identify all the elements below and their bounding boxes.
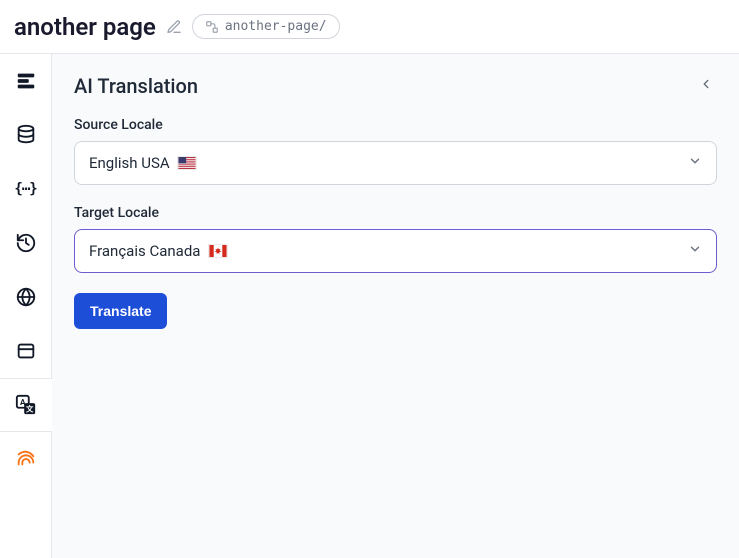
fingerprint-icon [15,448,37,470]
flag-ca-icon [208,244,228,258]
database-icon [15,124,37,146]
target-locale-label: Target Locale [74,205,717,221]
chevron-left-icon [699,77,713,91]
svg-text:文: 文 [25,404,34,413]
sidebar-item-blocks[interactable] [0,54,52,108]
target-locale-select[interactable]: Français Canada [74,229,717,273]
main-panel: AI Translation Source Locale English USA [52,54,739,558]
slug-text: another-page/ [225,19,327,34]
window-icon [15,340,37,362]
sidebar: {⋯} A [0,54,52,558]
sidebar-item-window[interactable] [0,324,52,378]
source-locale-select[interactable]: English USA [74,141,717,185]
target-locale-value: Français Canada [89,242,228,260]
sidebar-item-fingerprint[interactable] [0,432,52,486]
slug-pill[interactable]: another-page/ [192,14,340,39]
panel-header: AI Translation [74,72,717,99]
header: another page another-page/ [0,0,739,54]
body: {⋯} A [0,54,739,558]
translate-icon: A 文 [15,394,37,416]
sidebar-item-json[interactable]: {⋯} [0,162,52,216]
source-locale-label: Source Locale [74,117,717,133]
blocks-icon [15,70,37,92]
page-title: another page [14,13,156,41]
chevron-down-icon [688,242,702,260]
json-icon: {⋯} [14,181,36,197]
sidebar-item-globe[interactable] [0,270,52,324]
sidebar-item-history[interactable] [0,216,52,270]
chevron-down-icon [688,154,702,172]
history-icon [15,232,37,254]
link-icon [205,20,219,34]
panel-title: AI Translation [74,74,198,98]
collapse-button[interactable] [695,72,717,99]
globe-icon [15,286,37,308]
sidebar-item-translate[interactable]: A 文 [0,378,52,432]
translate-button[interactable]: Translate [74,293,167,329]
pencil-icon[interactable] [166,19,182,35]
sidebar-item-database[interactable] [0,108,52,162]
flag-us-icon [177,156,197,170]
source-locale-value: English USA [89,154,197,172]
